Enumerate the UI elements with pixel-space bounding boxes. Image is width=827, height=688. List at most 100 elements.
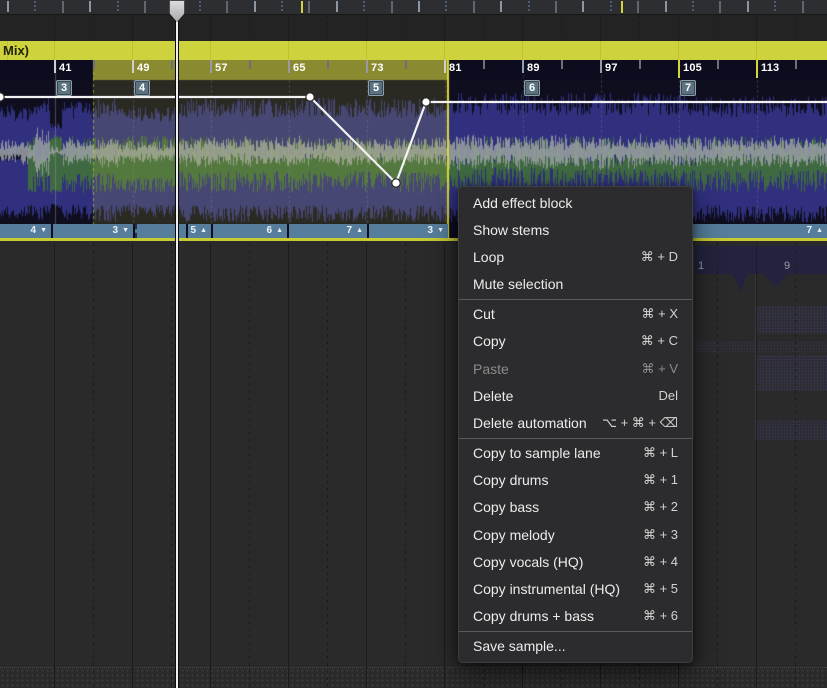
phrase-label: 7 (347, 225, 353, 236)
phrase-label: 7 (807, 225, 813, 236)
ghost-waveform-band[interactable] (695, 246, 827, 296)
ghost-lane-border (693, 245, 694, 441)
grid-line (444, 15, 445, 41)
phrase-up-icon: ▲ (276, 227, 283, 234)
grid-line-dotted (639, 15, 640, 41)
menu-item[interactable]: Copy to sample lane ⌘ + L (459, 440, 692, 467)
overview-tick (774, 1, 776, 12)
grid-line-dotted (717, 243, 718, 688)
phrase-strip: 4▼3▼5▲6▲7▲3▼7▲ (0, 60, 827, 241)
phrase-label: 5 (191, 225, 197, 236)
menu-separator (459, 631, 692, 632)
overview-tick (747, 1, 749, 12)
phrase-label: 4 (31, 225, 37, 236)
grid-line-dotted (93, 15, 94, 41)
menu-item[interactable]: Mute selection (459, 271, 692, 298)
menu-item-shortcut: ⌘ + 4 (643, 554, 678, 570)
overview-tick (62, 1, 64, 13)
grid-line-dotted (405, 243, 406, 688)
menu-item[interactable]: Copy⌘ + C (459, 328, 692, 355)
phrase-segment[interactable]: 7▲ (289, 224, 367, 238)
phrase-label: 3 (113, 225, 119, 236)
daw-screen: Mix) 4149576573818997105113 34567 4▼3▼5▲… (0, 0, 827, 688)
menu-item[interactable]: Cut⌘ + X (459, 301, 692, 328)
phrase-up-icon: ▲ (816, 227, 823, 234)
menu-item-label: Copy bass (473, 499, 539, 515)
overview-ruler[interactable] (0, 0, 827, 15)
grid-line-dotted (171, 15, 172, 41)
track-title-bar[interactable]: Mix) (0, 41, 827, 60)
playhead-line[interactable] (175, 0, 179, 688)
overview-tick (637, 1, 639, 13)
menu-separator (459, 438, 692, 439)
overview-tick (473, 1, 475, 13)
menu-item-label: Copy to sample lane (473, 445, 601, 461)
grid-line-dotted (405, 15, 406, 41)
overview-tick (418, 1, 420, 12)
overview-tick (500, 1, 502, 12)
audio-track: 4149576573818997105113 34567 4▼3▼5▲6▲7▲3… (0, 60, 827, 241)
grid-line-dotted (483, 15, 484, 41)
grid-line-dotted (249, 243, 250, 688)
phrase-segment[interactable]: 3▼ (53, 224, 133, 238)
menu-item-shortcut: ⌘ + L (643, 445, 678, 461)
menu-item[interactable]: Copy bass⌘ + 2 (459, 494, 692, 521)
track-title-label: Mix) (0, 41, 827, 60)
menu-item[interactable]: Add effect block (459, 189, 692, 216)
overview-tick (308, 1, 310, 13)
overview-cue-tick (301, 1, 303, 13)
grid-line-dotted (561, 15, 562, 41)
phrase-segment[interactable]: 7▲ (693, 224, 827, 238)
overview-tick (226, 1, 228, 13)
phrase-segment[interactable]: 3▼ (369, 224, 448, 238)
menu-item[interactable]: Paste⌘ + V (459, 355, 692, 382)
menu-item[interactable]: DeleteDel (459, 382, 692, 409)
ghost-bar-number: 1 (698, 260, 704, 272)
grid-line (132, 243, 133, 688)
menu-item-shortcut: Del (658, 388, 678, 403)
phrase-up-icon: ▲ (356, 227, 363, 234)
menu-item-label: Cut (473, 306, 495, 322)
grid-line-dotted (327, 243, 328, 688)
menu-item[interactable]: Copy drums⌘ + 1 (459, 467, 692, 494)
menu-item[interactable]: Save sample... (459, 633, 692, 660)
menu-item-label: Copy instrumental (HQ) (473, 581, 620, 597)
overview-tick (665, 1, 667, 12)
phrase-segment[interactable]: 5▲ (188, 224, 211, 238)
phrase-down-icon: ▼ (40, 227, 47, 234)
overview-tick (34, 1, 36, 12)
menu-item-shortcut: ⌘ + V (642, 361, 679, 377)
menu-item-shortcut: ⌘ + D (641, 249, 678, 265)
menu-item-shortcut: ⌘ + 5 (643, 581, 678, 597)
menu-item[interactable]: Copy melody⌘ + 3 (459, 521, 692, 548)
menu-item[interactable]: Loop⌘ + D (459, 243, 692, 270)
ghost-block (756, 355, 827, 391)
phrase-segment[interactable]: 4▼ (0, 224, 51, 238)
grid-line (54, 243, 55, 688)
overview-tick (692, 1, 694, 12)
menu-item-shortcut: ⌥ + ⌘ + ⌫ (602, 415, 678, 431)
ghost-bar-number: 9 (784, 260, 790, 272)
menu-item-shortcut: ⌘ + 1 (643, 472, 678, 488)
overview-tick (89, 1, 91, 12)
menu-item-label: Save sample... (473, 638, 566, 654)
menu-item[interactable]: Show stems (459, 216, 692, 243)
phrase-segment[interactable]: 6▲ (213, 224, 287, 238)
overview-tick (528, 1, 530, 12)
overview-tick (445, 1, 447, 12)
grid-line (210, 15, 211, 41)
menu-item[interactable]: Copy drums + bass⌘ + 6 (459, 603, 692, 630)
menu-item-label: Copy drums + bass (473, 608, 594, 624)
overview-tick (555, 1, 557, 13)
menu-item-label: Copy (473, 333, 506, 349)
menu-item-label: Delete automation (473, 415, 587, 431)
menu-item[interactable]: Copy vocals (HQ)⌘ + 4 (459, 548, 692, 575)
grid-line (600, 15, 601, 41)
lower-lanes-area[interactable]: 19 (0, 241, 827, 688)
menu-separator (459, 299, 692, 300)
grid-line (756, 15, 757, 41)
context-menu: Add effect blockShow stemsLoop⌘ + DMute … (458, 186, 693, 663)
menu-item[interactable]: Copy instrumental (HQ) ⌘ + 5 (459, 575, 692, 602)
arrangement-upper-lane (0, 15, 827, 41)
menu-item[interactable]: Delete automation ⌥ + ⌘ + ⌫ (459, 409, 692, 436)
